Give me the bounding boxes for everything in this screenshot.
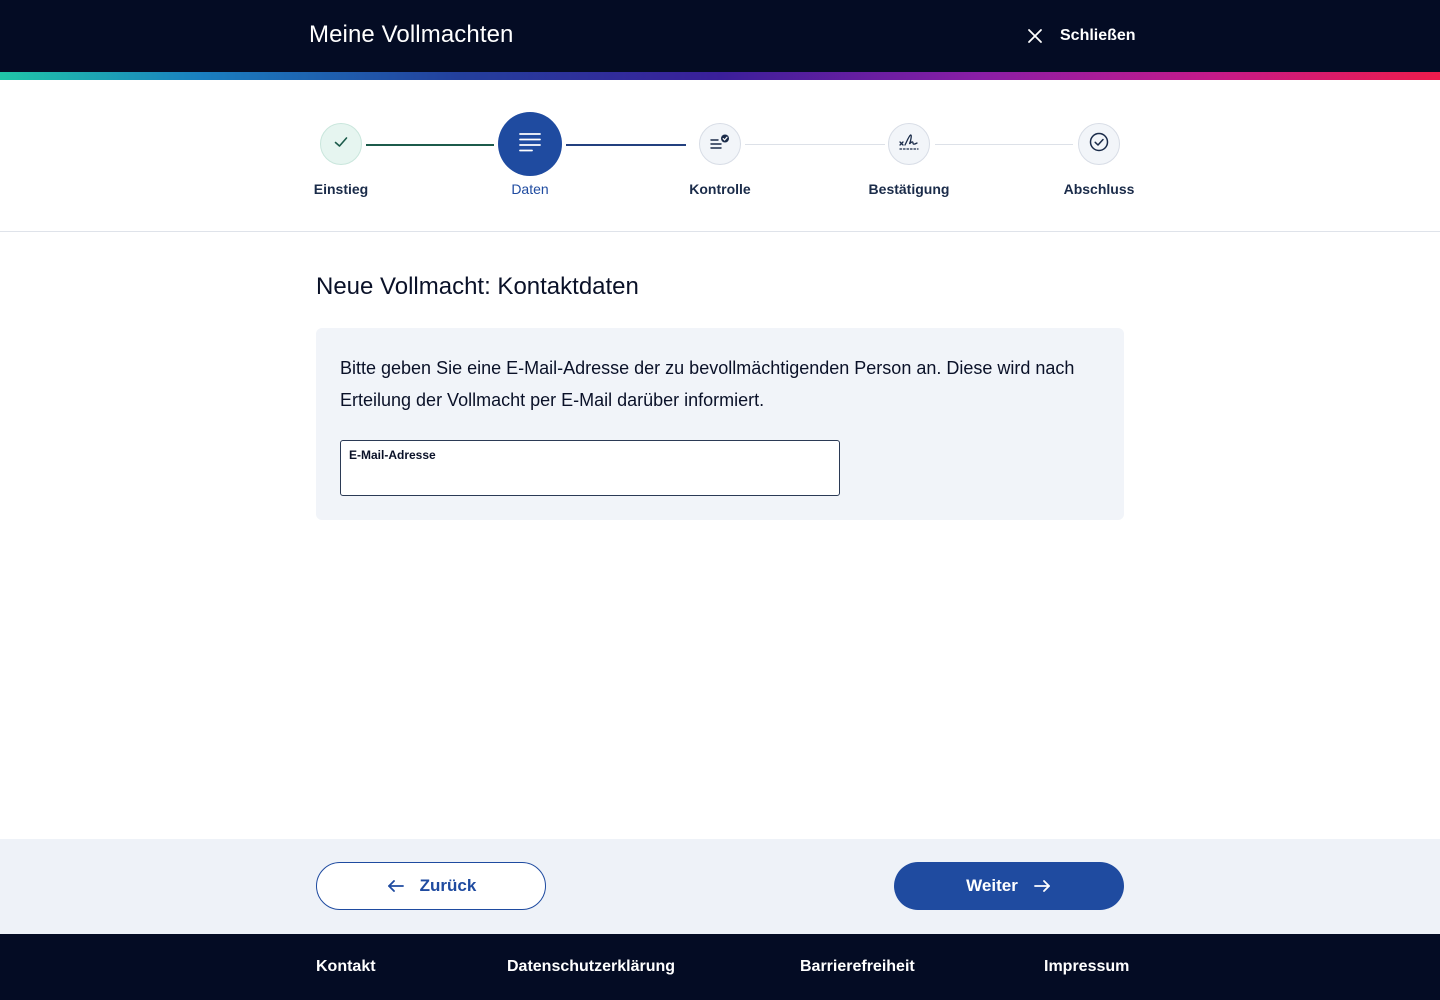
action-bar: Zurück Weiter xyxy=(0,839,1440,934)
brand-gradient-bar xyxy=(0,72,1440,80)
step-einstieg: Einstieg xyxy=(271,80,411,220)
app-title: Meine Vollmachten xyxy=(309,21,514,48)
step-label: Bestätigung xyxy=(868,181,950,197)
footer-link-kontakt[interactable]: Kontakt xyxy=(316,956,376,978)
document-lines-icon xyxy=(518,130,542,159)
back-label: Zurück xyxy=(419,876,477,895)
list-check-icon xyxy=(709,132,731,157)
email-input[interactable] xyxy=(349,465,831,491)
step-circle-active xyxy=(498,112,562,176)
check-icon xyxy=(332,133,350,156)
step-circle xyxy=(1078,123,1120,165)
footer-link-barrierefreiheit[interactable]: Barrierefreiheit xyxy=(800,956,915,978)
footer-link-datenschutz[interactable]: Datenschutzerklärung xyxy=(507,956,675,978)
info-text: Bitte geben Sie eine E-Mail-Adresse der … xyxy=(340,358,1075,410)
page-title: Neue Vollmacht: Kontaktdaten xyxy=(316,273,639,300)
progress-stepper: Einstieg Daten Kontrolle Bestätigung Abs… xyxy=(0,80,1440,232)
back-button[interactable]: Zurück xyxy=(316,862,546,910)
step-label: Kontrolle xyxy=(689,181,751,197)
email-field-label: E-Mail-Adresse xyxy=(349,448,436,462)
step-label: Abschluss xyxy=(1063,181,1135,197)
step-circle xyxy=(699,123,741,165)
page-footer: Kontakt Datenschutzerklärung Barrierefre… xyxy=(0,934,1440,1000)
next-label: Weiter xyxy=(966,876,1018,895)
arrow-right-icon xyxy=(1032,876,1052,896)
contact-info-card: Bitte geben Sie eine E-Mail-Adresse der … xyxy=(316,328,1124,520)
footer-link-impressum[interactable]: Impressum xyxy=(1044,956,1129,978)
step-label: Daten xyxy=(511,181,549,197)
email-field[interactable]: E-Mail-Adresse xyxy=(340,440,840,496)
close-button[interactable]: Schließen xyxy=(1024,22,1136,50)
step-label: Einstieg xyxy=(313,181,369,197)
close-icon xyxy=(1024,25,1046,47)
app-header: Meine Vollmachten Schließen xyxy=(0,0,1440,72)
step-kontrolle: Kontrolle xyxy=(650,80,790,220)
close-label: Schließen xyxy=(1060,27,1136,44)
arrow-left-icon xyxy=(386,876,406,896)
step-circle xyxy=(888,123,930,165)
next-button[interactable]: Weiter xyxy=(894,862,1124,910)
step-circle xyxy=(320,123,362,165)
step-daten: Daten xyxy=(460,80,600,220)
signature-icon xyxy=(898,132,920,157)
step-bestaetigung: Bestätigung xyxy=(839,80,979,220)
check-circle-icon xyxy=(1088,131,1110,158)
step-abschluss: Abschluss xyxy=(1029,80,1169,220)
